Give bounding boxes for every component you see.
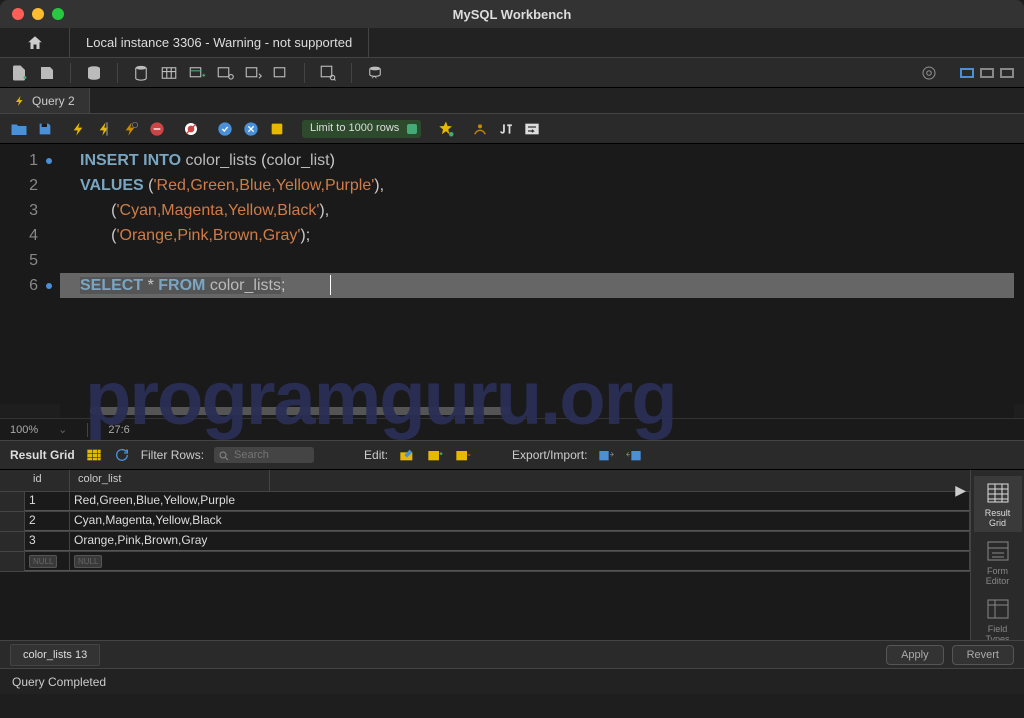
result-tabs-row: color_lists 13 Apply Revert [0, 640, 1024, 668]
autocommit-icon[interactable] [268, 120, 286, 138]
export-icon[interactable] [597, 446, 615, 464]
save-file-icon[interactable] [36, 120, 54, 138]
column-header-id[interactable]: id [25, 470, 70, 491]
connection-tab-row: Local instance 3306 - Warning - not supp… [0, 28, 1024, 58]
window-controls [12, 8, 64, 20]
side-form-editor[interactable]: Form Editor [974, 534, 1022, 590]
minimize-window-button[interactable] [32, 8, 44, 20]
function-icon[interactable] [272, 64, 290, 82]
editor-h-scrollbar[interactable] [60, 404, 1014, 418]
column-header-color-list[interactable]: color_list [70, 470, 270, 491]
server-status-icon[interactable] [85, 64, 103, 82]
panel-toggle-bottom[interactable] [980, 68, 994, 78]
reconnect-icon[interactable] [366, 64, 384, 82]
table-row-null[interactable]: NULLNULL [0, 552, 970, 572]
query-tab[interactable]: Query 2 [0, 88, 90, 113]
add-table-icon[interactable] [188, 64, 206, 82]
connection-tab[interactable]: Local instance 3306 - Warning - not supp… [70, 28, 369, 57]
delete-row-icon[interactable] [454, 446, 472, 464]
execute-current-icon[interactable] [96, 120, 114, 138]
side-result-grid[interactable]: Result Grid [974, 476, 1022, 532]
main-toolbar [0, 58, 1024, 88]
table-row[interactable]: 1Red,Green,Blue,Yellow,Purple [0, 492, 970, 512]
find-icon[interactable] [471, 120, 489, 138]
apply-button[interactable]: Apply [886, 645, 944, 665]
procedure-icon[interactable] [244, 64, 262, 82]
edit-row-icon[interactable] [398, 446, 416, 464]
wrap-icon[interactable] [523, 120, 541, 138]
add-row-icon[interactable] [426, 446, 444, 464]
query-tab-label: Query 2 [32, 94, 75, 108]
status-message: Query Completed [12, 675, 106, 689]
limit-selector[interactable]: Limit to 1000 rows [302, 120, 421, 138]
open-file-icon[interactable] [10, 120, 28, 138]
revert-button[interactable]: Revert [952, 645, 1014, 665]
table-icon[interactable] [160, 64, 178, 82]
invisible-chars-icon[interactable] [497, 120, 515, 138]
table-row[interactable]: 3Orange,Pink,Brown,Gray [0, 532, 970, 552]
import-icon[interactable] [625, 446, 643, 464]
view-icon[interactable] [216, 64, 234, 82]
schema-icon[interactable] [132, 64, 150, 82]
open-sql-script-icon[interactable] [38, 64, 56, 82]
grid-header: id color_list [0, 470, 970, 492]
result-grid: ▶ id color_list 1Red,Green,Blue,Yellow,P… [0, 470, 1024, 640]
title-bar: MySQL Workbench [0, 0, 1024, 28]
editor-toolbar: Limit to 1000 rows [0, 114, 1024, 144]
export-import-label: Export/Import: [512, 448, 587, 462]
grid-view-icon[interactable] [85, 446, 103, 464]
panel-toggle-right[interactable] [1000, 68, 1014, 78]
zoom-level[interactable]: 100% [10, 424, 38, 436]
sql-editor[interactable]: 1 2 3 4 5 6 INSERT INTO color_lists (col… [0, 144, 1024, 404]
status-bar: Query Completed [0, 668, 1024, 694]
lightning-icon [14, 95, 26, 107]
explain-icon[interactable] [122, 120, 140, 138]
filter-rows-label: Filter Rows: [141, 448, 204, 462]
settings-icon[interactable] [920, 64, 938, 82]
refresh-icon[interactable] [113, 446, 131, 464]
no-limit-icon[interactable] [182, 120, 200, 138]
result-tab[interactable]: color_lists 13 [10, 644, 100, 666]
window-title: MySQL Workbench [453, 7, 572, 22]
expand-arrow-icon[interactable]: ▶ [955, 482, 966, 499]
panel-toggle-left[interactable] [960, 68, 974, 78]
cursor-position: 27:6 [108, 424, 129, 436]
result-side-panel: Result Grid Form Editor Field Types [970, 470, 1024, 640]
commit-icon[interactable] [216, 120, 234, 138]
stop-icon[interactable] [148, 120, 166, 138]
close-window-button[interactable] [12, 8, 24, 20]
new-sql-tab-icon[interactable] [10, 64, 28, 82]
result-toolbar: Result Grid Filter Rows: Edit: Export/Im… [0, 440, 1024, 470]
search-table-icon[interactable] [319, 64, 337, 82]
edit-label: Edit: [364, 448, 388, 462]
rollback-icon[interactable] [242, 120, 260, 138]
result-grid-label: Result Grid [10, 448, 75, 462]
editor-status-bar: 100% ⌄ 27:6 [0, 418, 1024, 440]
query-tab-row: Query 2 [0, 88, 1024, 114]
home-tab[interactable] [0, 28, 70, 57]
beautify-icon[interactable] [437, 120, 455, 138]
home-icon [26, 34, 44, 52]
table-row[interactable]: 2Cyan,Magenta,Yellow,Black [0, 512, 970, 532]
maximize-window-button[interactable] [52, 8, 64, 20]
execute-icon[interactable] [70, 120, 88, 138]
line-gutter: 1 2 3 4 5 6 [0, 144, 60, 404]
limit-selector-label: Limit to 1000 rows [302, 120, 421, 138]
code-area[interactable]: INSERT INTO color_lists (color_list) VAL… [60, 144, 1024, 404]
